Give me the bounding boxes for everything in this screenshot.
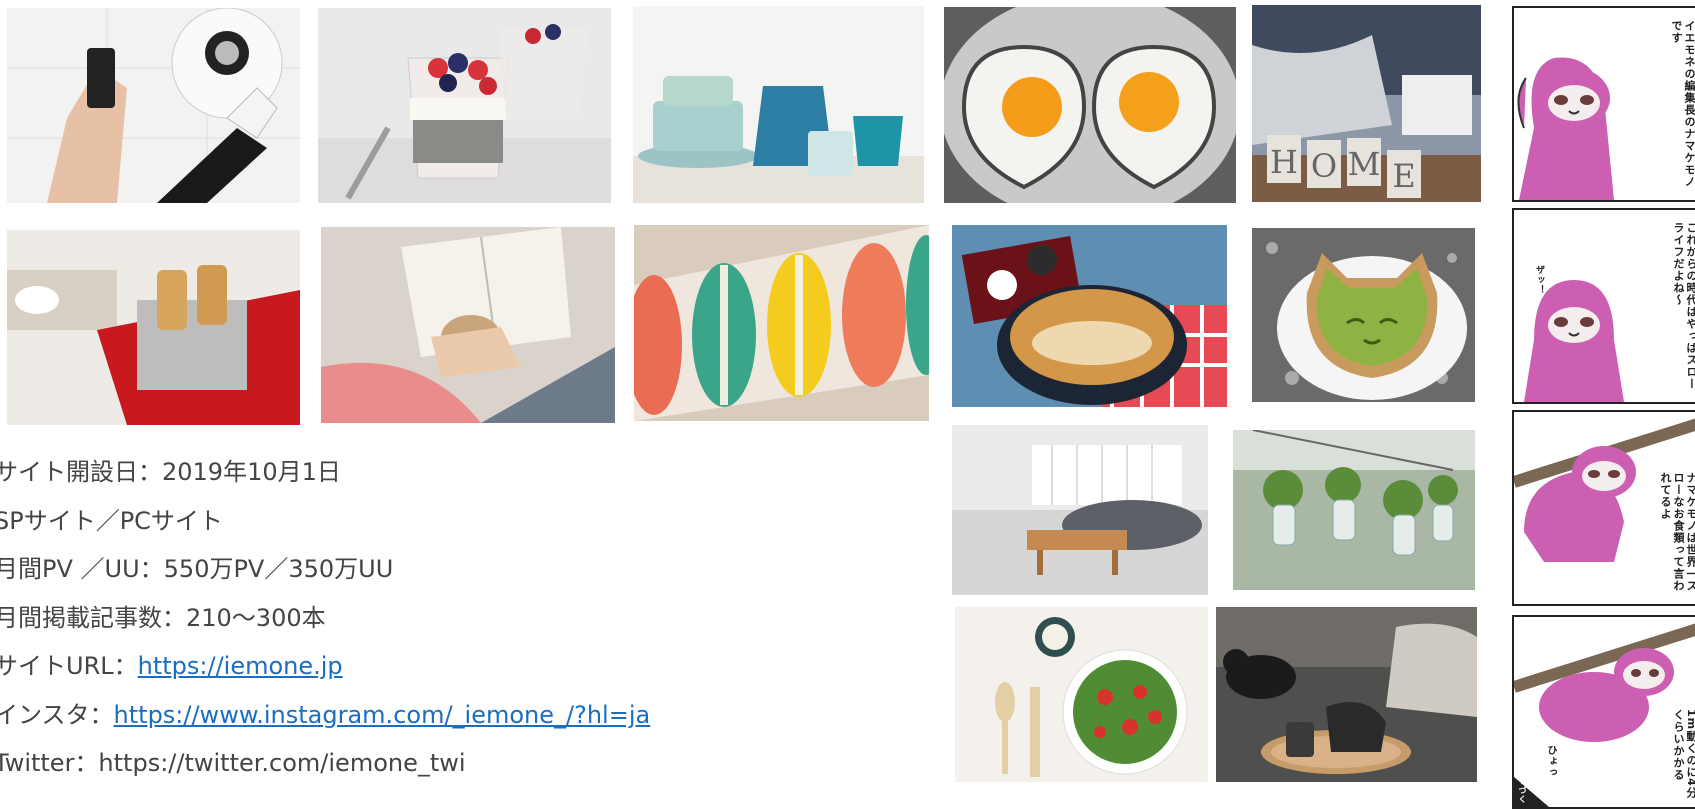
instagram-label: インスタ： (0, 700, 114, 729)
katsudon-photo (952, 225, 1227, 407)
heart-fried-eggs-photo (944, 7, 1236, 203)
berry-parfait-photo (318, 8, 611, 203)
svg-text:M: M (1348, 145, 1381, 183)
site-info-block: サイト開設日：2019年10月1日 SPサイト／PCサイト 月間PV ／UU：5… (0, 448, 650, 788)
comic-panel-1: イエモネの編集長のナマケモノです (1512, 6, 1695, 202)
site-url-label: サイトURL： (0, 652, 138, 680)
reading-tea-photo (321, 227, 615, 423)
svg-text:H: H (1270, 143, 1298, 181)
comic-panel-4-corner: つづく (1518, 777, 1527, 804)
comic-panel-3: ナマケモノは世界一スローなお食類って言われてるよ (1512, 410, 1695, 606)
comic-panel-2-sfx: ザッ！ (1534, 265, 1544, 295)
comic-panel-4: ひょっ 1m動くのに4分くらいかかる つづく (1512, 615, 1695, 809)
robot-vacuum-phone-photo (7, 8, 300, 203)
bed-breakfast-tray-photo (952, 425, 1208, 595)
site-url-link[interactable]: https://iemone.jp (138, 652, 343, 680)
monthly-traffic-text: 月間PV ／UU：550万PV／350万UU (0, 555, 394, 583)
cat-bread-photo (1252, 228, 1475, 402)
platforms-text: SPサイト／PCサイト (0, 506, 223, 535)
instagram-link[interactable]: https://www.instagram.com/_iemone_/?hl=j… (114, 701, 651, 729)
svg-text:O: O (1311, 147, 1337, 185)
comic-panel-4-text: 1m動くのに4分くらいかかる (1672, 709, 1695, 799)
svg-text:E: E (1392, 157, 1415, 195)
hanging-plants-photo (1233, 430, 1475, 590)
comic-panel-2-text: これからの時代はやっぱスローライフだよね〜 (1672, 222, 1695, 390)
comic-panel-1-text: イエモネの編集長のナマケモノです (1670, 20, 1695, 188)
monthly-articles-text: 月間掲載記事数：210〜300本 (0, 603, 326, 632)
comic-panel-4-sfx: ひょっ (1545, 745, 1556, 778)
launch-date-text: サイト開設日：2019年10月1日 (0, 458, 341, 486)
comic-panel-2: ザッ！ これからの時代はやっぱスローライフだよね〜 (1512, 208, 1695, 404)
instagram-row: インスタ：https://www.instagram.com/_iemone_/… (0, 691, 650, 740)
cat-teapot-photo (1216, 607, 1477, 782)
ceramic-tableware-photo (633, 6, 924, 203)
salad-bowl-photo (955, 607, 1208, 782)
twitter-text: Twitter：https://twitter.com/iemone_twi (0, 749, 466, 777)
macarons-photo (634, 225, 929, 421)
home-letters-blanket-photo: H O M E (1252, 5, 1481, 202)
toaster-photo (7, 230, 300, 425)
site-url-row: サイトURL：https://iemone.jp (0, 642, 650, 691)
comic-panel-3-text: ナマケモノは世界一スローなお食類って言われてるよ (1659, 472, 1695, 592)
